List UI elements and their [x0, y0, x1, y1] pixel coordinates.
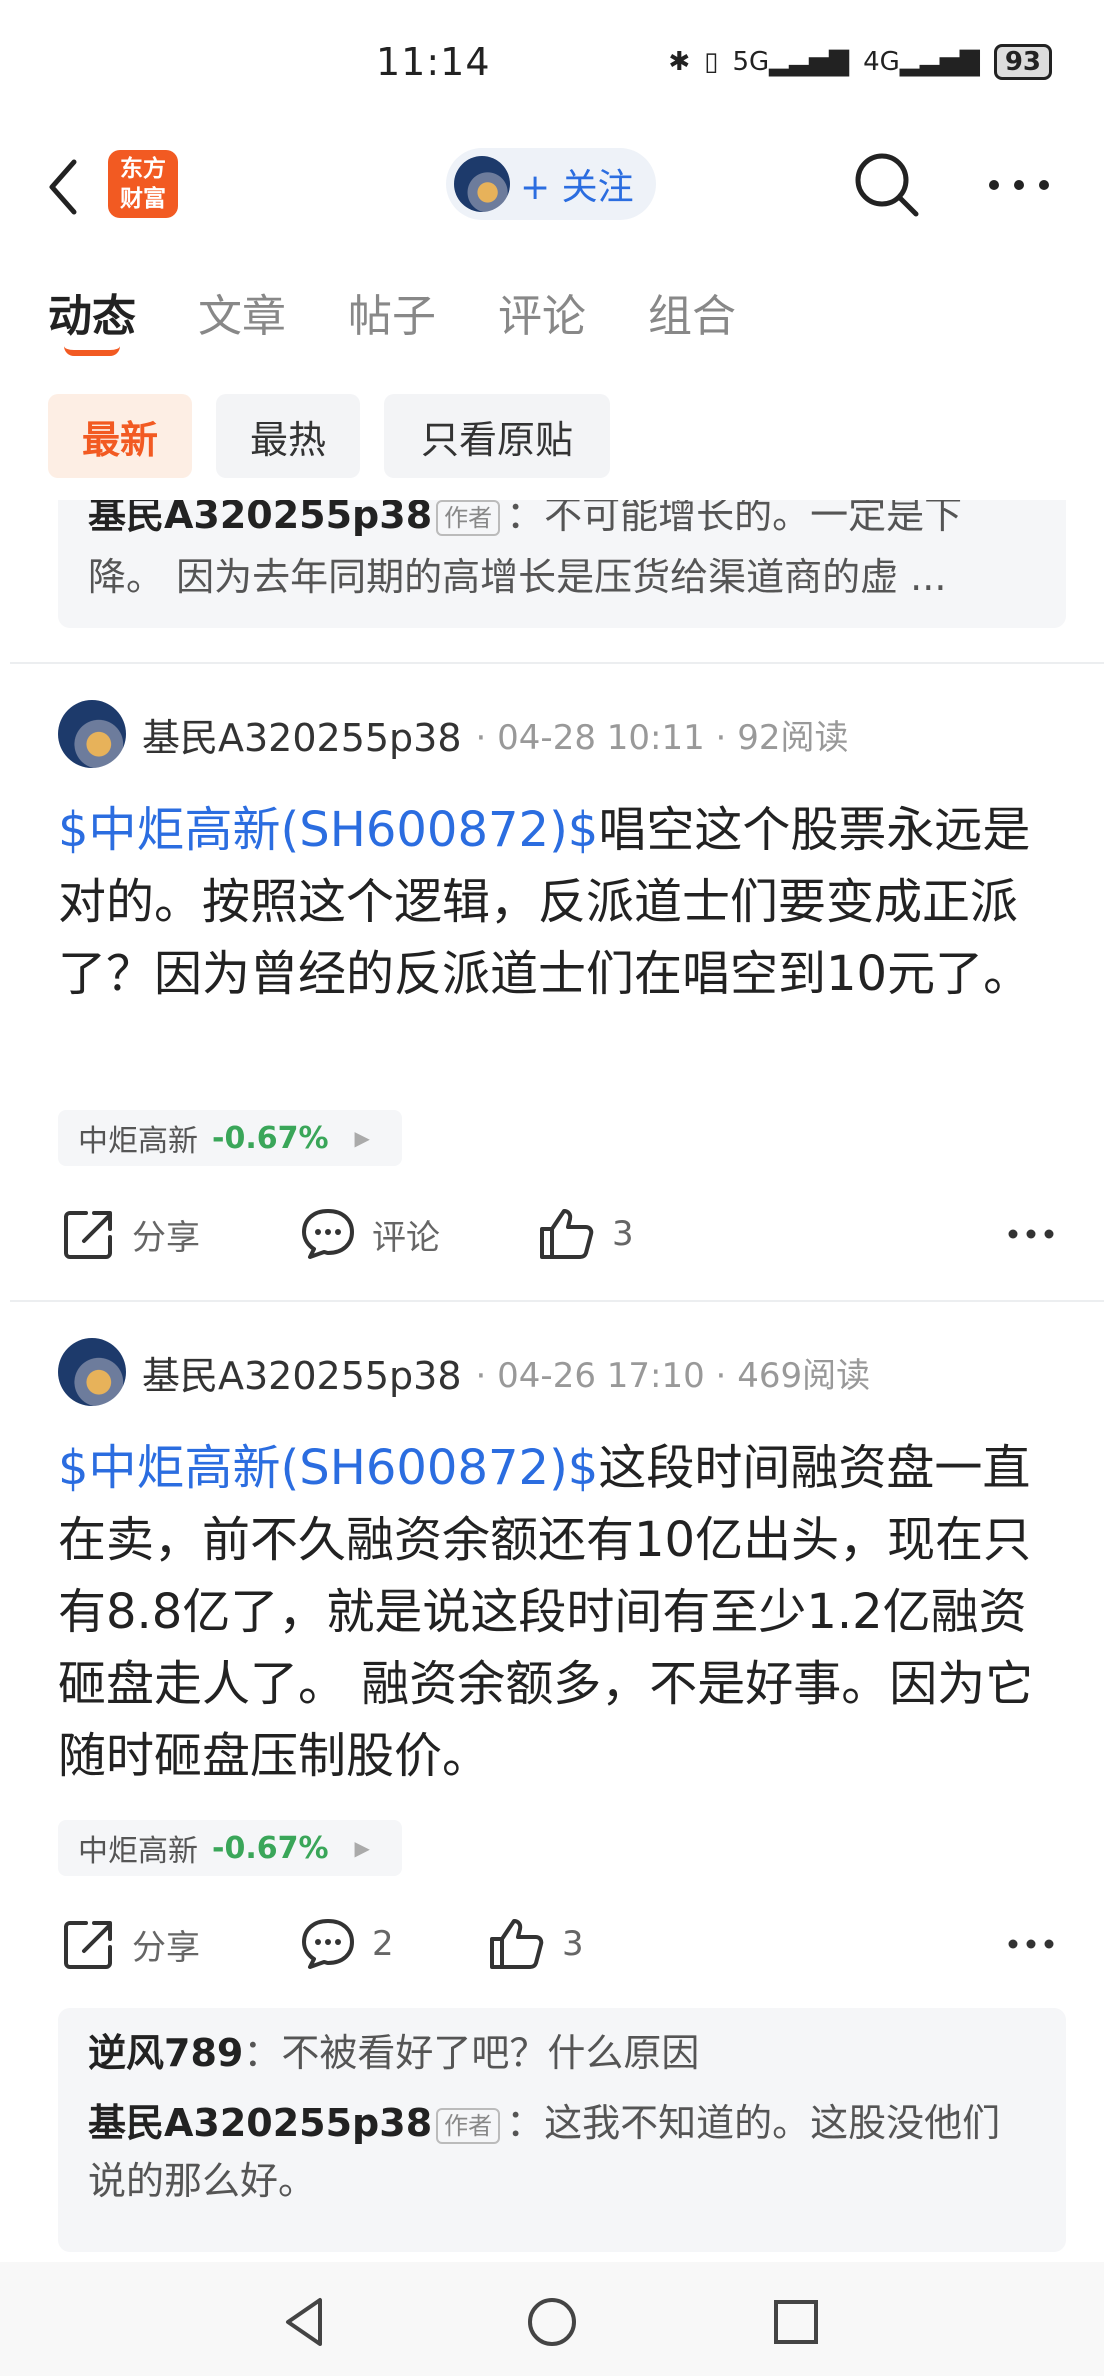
filter-hottest[interactable]: 最热 [216, 394, 360, 478]
chevron-right-icon: ▶ [354, 1126, 370, 1150]
filter-original-only[interactable]: 只看原贴 [384, 394, 610, 478]
like-button[interactable]: 3 [538, 1194, 634, 1274]
search-button[interactable] [852, 150, 922, 220]
tab-pinglun[interactable]: 评论 [498, 280, 586, 344]
post-meta: · 04-28 10:11 · 92阅读 [475, 717, 849, 758]
feed[interactable]: 基民A320255p38 作者 ：不可能增长的。一定是下 降。 因为去年同期的高增长… [0, 500, 1104, 2260]
post-author[interactable]: 基民A320255p38 [142, 1345, 462, 1400]
filter-chips: 最新 最热 只看原贴 [0, 394, 1104, 480]
vibrate-icon: ▯ [704, 47, 719, 77]
author-tag: 作者 [436, 500, 501, 536]
post-body[interactable]: $中炬高新(SH600872)$这段时间融资盘一直在卖，前不久融资余额还有10亿… [58, 1432, 1058, 1792]
tab-dongtai[interactable]: 动态 [48, 280, 136, 344]
filter-latest[interactable]: 最新 [48, 394, 192, 478]
author-tag: 作者 [436, 2107, 501, 2144]
more-dots-icon [989, 180, 1049, 190]
tab-zuhe[interactable]: 组合 [648, 280, 736, 344]
share-label: 分享 [132, 1927, 200, 1968]
nav-recents-icon[interactable] [766, 2292, 826, 2352]
stock-link[interactable]: $中炬高新(SH600872)$ [58, 1440, 598, 1496]
reply-text: ：不可能增长的。一定是下 [506, 500, 963, 537]
share-icon [64, 1921, 112, 1969]
reply-author[interactable]: 基民A320255p38 [88, 2101, 432, 2145]
post-body[interactable]: $中炬高新(SH600872)$唱空这个股票永远是对的。按照这个逻辑，反派道士们… [58, 794, 1058, 1010]
tab-tiezi[interactable]: 帖子 [348, 280, 436, 344]
reply-line: 降。 因为去年同期的高增长是压货给渠道商的虚 ... [88, 555, 947, 599]
tab-wenzhang[interactable]: 文章 [198, 280, 286, 344]
system-nav-bar [0, 2262, 1104, 2376]
comment-button[interactable]: 2 [300, 1904, 394, 1984]
share-button[interactable]: 分享 [62, 1194, 200, 1274]
avatar [454, 156, 510, 212]
more-dots-icon[interactable] [1006, 1924, 1056, 1964]
nav-home-icon[interactable] [522, 2292, 582, 2352]
reply-author[interactable]: 逆风789 [88, 2031, 243, 2075]
status-bar: 11:14 ✱ ▯ 5G▂▃▅▇ 4G▂▃▅▇ 93 [0, 0, 1104, 130]
reply-box[interactable]: 基民A320255p38 作者 ：不可能增长的。一定是下 降。 因为去年同期的高增长… [58, 500, 1066, 628]
divider [10, 1300, 1104, 1302]
post-author[interactable]: 基民A320255p38 [142, 707, 462, 762]
avatar[interactable] [58, 1338, 126, 1406]
stock-name: 中炬高新 [78, 1834, 198, 1869]
stock-change: -0.67% [212, 1830, 329, 1866]
tab-bar: 动态 文章 帖子 评论 组合 [0, 270, 1104, 360]
post-card[interactable]: 基民A320255p38 · 04-26 17:10 · 469阅读 $中炬高新… [0, 1336, 1104, 1856]
like-count: 3 [562, 1924, 584, 1964]
stock-change: -0.67% [212, 1120, 329, 1156]
comment-count: 2 [372, 1924, 394, 1964]
share-button[interactable]: 分享 [62, 1904, 200, 1984]
signal-5g-icon: 5G▂▃▅▇ [732, 47, 850, 77]
share-label: 分享 [132, 1217, 200, 1258]
thumbs-up-icon [540, 1209, 594, 1259]
post-header: 基民A320255p38 · 04-26 17:10 · 469阅读 [58, 1336, 870, 1408]
reply-author[interactable]: 基民A320255p38 [88, 500, 432, 537]
follow-label: + 关注 [520, 167, 634, 208]
post-meta: · 04-26 17:10 · 469阅读 [475, 1355, 871, 1396]
more-button[interactable] [984, 160, 1054, 210]
reply-box[interactable]: 逆风789：不被看好了吧？什么原因 基民A320255p38 作者 ：这我不知道的。… [58, 2008, 1066, 2252]
stock-link[interactable]: $中炬高新(SH600872)$ [58, 802, 598, 858]
status-icons: ✱ ▯ 5G▂▃▅▇ 4G▂▃▅▇ 93 [668, 44, 1052, 80]
status-time: 11:14 [376, 40, 491, 84]
follow-button[interactable]: + 关注 [446, 148, 656, 220]
divider [10, 662, 1104, 664]
active-tab-indicator [64, 346, 120, 356]
post-actions: 分享 评论 3 [0, 1194, 1104, 1274]
signal-4g-icon: 4G▂▃▅▇ [863, 47, 980, 77]
like-button[interactable]: 3 [488, 1904, 584, 1984]
chevron-right-icon: ▶ [354, 1836, 370, 1860]
battery-icon: 93 [993, 44, 1052, 80]
share-icon [64, 1211, 112, 1259]
reply-line[interactable]: 基民A320255p38 作者 ：这我不知道的。这股没他们说的那么好。 [88, 2094, 1036, 2210]
top-header: 东方 财富 + 关注 [0, 130, 1104, 240]
like-count: 3 [612, 1214, 634, 1254]
stock-chip[interactable]: 中炬高新 -0.67% ▶ [58, 1110, 402, 1166]
post-header: 基民A320255p38 · 04-28 10:11 · 92阅读 [58, 698, 848, 770]
stock-chip[interactable]: 中炬高新 -0.67% ▶ [58, 1820, 402, 1876]
back-button[interactable] [40, 152, 90, 222]
comment-button[interactable]: 评论 [300, 1194, 440, 1274]
bluetooth-icon: ✱ [668, 47, 691, 77]
back-arrow-icon [49, 159, 77, 215]
search-icon [855, 153, 919, 217]
thumbs-up-icon [490, 1919, 544, 1969]
comment-icon [302, 1919, 354, 1969]
comment-label: 评论 [372, 1217, 440, 1258]
reply-text: ：不被看好了吧？什么原因 [243, 2031, 700, 2075]
post-actions: 分享 2 3 [0, 1904, 1104, 1984]
post-card[interactable]: 基民A320255p38 · 04-28 10:11 · 92阅读 $中炬高新(… [0, 698, 1104, 1158]
avatar[interactable] [58, 700, 126, 768]
reply-line[interactable]: 逆风789：不被看好了吧？什么原因 [88, 2022, 1036, 2084]
comment-icon [302, 1209, 354, 1259]
nav-back-icon[interactable] [276, 2292, 336, 2352]
reply-line: 基民A320255p38 作者 ：不可能增长的。一定是下 [88, 500, 1036, 546]
stock-name: 中炬高新 [78, 1124, 198, 1159]
app-logo: 东方 财富 [108, 150, 178, 218]
more-dots-icon[interactable] [1006, 1214, 1056, 1254]
